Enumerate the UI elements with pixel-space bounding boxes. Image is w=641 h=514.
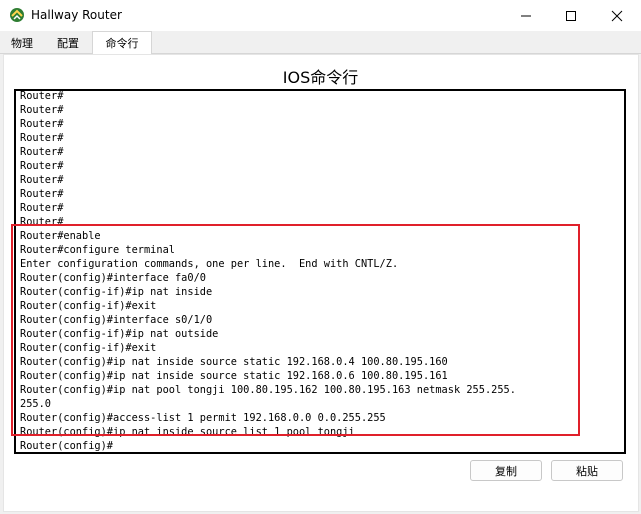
console-line: Router# — [20, 118, 64, 130]
console-line: Router# — [20, 174, 64, 186]
console-line: Router# — [20, 160, 64, 172]
close-icon — [611, 10, 623, 21]
tab-physical[interactable]: 物理 — [4, 33, 40, 52]
console-line: Router# — [20, 202, 64, 214]
console-line: Router(config)# — [20, 440, 113, 452]
copy-button[interactable]: 复制 — [470, 460, 542, 481]
tab-bar: 物理 配置 命令行 — [0, 31, 641, 54]
console-line: Router# — [20, 188, 64, 200]
maximize-button[interactable] — [548, 0, 594, 31]
title-bar: Hallway Router — [0, 0, 641, 31]
console-line: Router# — [20, 90, 64, 102]
router-app-icon — [10, 8, 24, 22]
window-title: Hallway Router — [31, 8, 122, 22]
minimize-button[interactable] — [503, 0, 549, 31]
minimize-icon — [521, 15, 531, 16]
paste-button[interactable]: 粘贴 — [551, 460, 623, 481]
console-line: Router# — [20, 132, 64, 144]
page-title: IOS命令行 — [282, 68, 359, 87]
console-line: Router# — [20, 104, 64, 116]
close-button[interactable] — [594, 0, 640, 31]
console-line: Router# — [20, 146, 64, 158]
tab-cli[interactable]: 命令行 — [92, 31, 152, 54]
tab-config[interactable]: 配置 — [48, 33, 88, 52]
highlight-box — [11, 224, 580, 436]
maximize-icon — [566, 10, 576, 21]
